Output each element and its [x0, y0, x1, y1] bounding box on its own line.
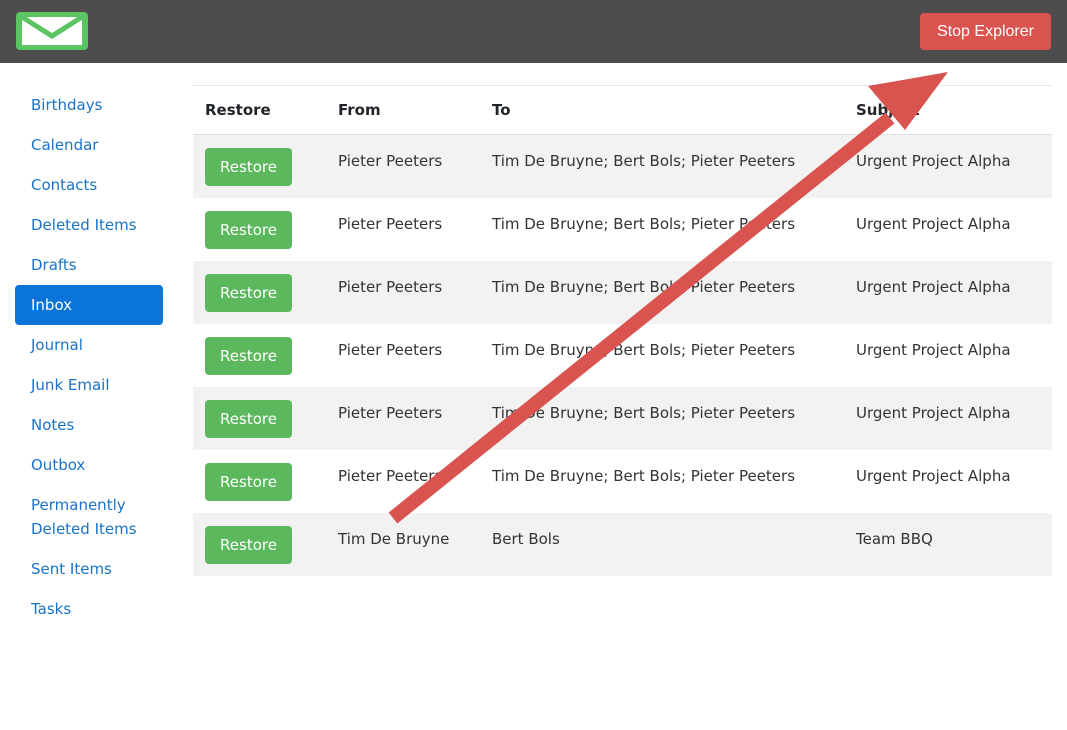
sidebar-item-drafts[interactable]: Drafts: [15, 245, 163, 285]
restore-button[interactable]: Restore: [205, 148, 292, 186]
to-cell: Tim De Bruyne; Bert Bols; Pieter Peeters: [480, 260, 844, 324]
message-list: Restore From To Subject Restore Pieter P…: [193, 85, 1052, 576]
to-cell: Tim De Bruyne; Bert Bols; Pieter Peeters: [480, 134, 844, 198]
subject-cell: Urgent Project Alpha: [844, 386, 1052, 450]
from-cell: Pieter Peeters: [326, 386, 480, 450]
subject-cell: Urgent Project Alpha: [856, 466, 1011, 485]
table-row: Restore Pieter Peeters Tim De Bruyne; Be…: [193, 260, 1052, 324]
sidebar-item-outbox[interactable]: Outbox: [15, 445, 163, 485]
sidebar-item-junk-email[interactable]: Junk Email: [15, 365, 163, 405]
table-row: Restore Pieter Peeters Tim De Bruyne; Be…: [193, 198, 1052, 261]
to-cell: Tim De Bruyne; Bert Bols; Pieter Peeters: [492, 466, 796, 485]
from-cell: Pieter Peeters: [326, 134, 480, 198]
folder-sidebar: Birthdays Calendar Contacts Deleted Item…: [15, 85, 163, 629]
top-bar: Stop Explorer: [0, 0, 1067, 63]
sidebar-item-calendar[interactable]: Calendar: [15, 125, 163, 165]
from-cell: Pieter Peeters: [326, 260, 480, 324]
sidebar-item-journal[interactable]: Journal: [15, 325, 163, 365]
sidebar-item-inbox[interactable]: Inbox: [15, 285, 163, 325]
column-header-from: From: [326, 85, 480, 135]
sidebar-item-tasks[interactable]: Tasks: [15, 589, 163, 629]
sidebar-item-deleted-items[interactable]: Deleted Items: [15, 205, 163, 245]
restore-button[interactable]: Restore: [205, 210, 292, 249]
to-cell: Tim De Bruyne; Bert Bols; Pieter Peeters: [492, 340, 796, 359]
message-table: Restore From To Subject Restore Pieter P…: [193, 85, 1052, 576]
stop-explorer-button[interactable]: Stop Explorer: [920, 13, 1051, 50]
restore-button[interactable]: Restore: [205, 525, 292, 564]
subject-cell: Urgent Project Alpha: [856, 214, 1011, 233]
table-row: Restore Pieter Peeters Tim De Bruyne; Be…: [193, 324, 1052, 387]
from-cell: Tim De Bruyne: [326, 512, 480, 576]
subject-cell: Urgent Project Alpha: [856, 340, 1011, 359]
subject-cell: Urgent Project Alpha: [844, 134, 1052, 198]
subject-cell: Team BBQ: [844, 512, 1052, 576]
to-cell: Bert Bols: [480, 512, 844, 576]
to-cell: Tim De Bruyne; Bert Bols; Pieter Peeters: [492, 214, 796, 233]
sidebar-item-birthdays[interactable]: Birthdays: [15, 85, 163, 125]
mail-envelope-icon[interactable]: [16, 12, 88, 50]
sidebar-item-contacts[interactable]: Contacts: [15, 165, 163, 205]
column-header-subject: Subject: [844, 85, 1052, 135]
from-cell: Pieter Peeters: [338, 466, 443, 485]
restore-button[interactable]: Restore: [205, 399, 292, 438]
table-row: Restore Pieter Peeters Tim De Bruyne; Be…: [193, 386, 1052, 450]
from-cell: Pieter Peeters: [338, 214, 443, 233]
table-header-row: Restore From To Subject: [193, 85, 1052, 135]
subject-cell: Urgent Project Alpha: [844, 260, 1052, 324]
to-cell: Tim De Bruyne; Bert Bols; Pieter Peeters: [480, 386, 844, 450]
sidebar-item-sent-items[interactable]: Sent Items: [15, 549, 163, 589]
sidebar-item-permanently-deleted-items[interactable]: Permanently Deleted Items: [15, 485, 163, 549]
column-header-to: To: [480, 85, 844, 135]
table-row: Restore Pieter Peeters Tim De Bruyne; Be…: [193, 450, 1052, 513]
table-row: Restore Pieter Peeters Tim De Bruyne; Be…: [193, 134, 1052, 198]
restore-button[interactable]: Restore: [205, 336, 292, 375]
from-cell: Pieter Peeters: [338, 340, 443, 359]
restore-button[interactable]: Restore: [205, 273, 292, 312]
table-row: Restore Tim De Bruyne Bert Bols Team BBQ: [193, 512, 1052, 576]
sidebar-item-notes[interactable]: Notes: [15, 405, 163, 445]
column-header-restore: Restore: [193, 85, 326, 135]
restore-button[interactable]: Restore: [205, 462, 292, 501]
